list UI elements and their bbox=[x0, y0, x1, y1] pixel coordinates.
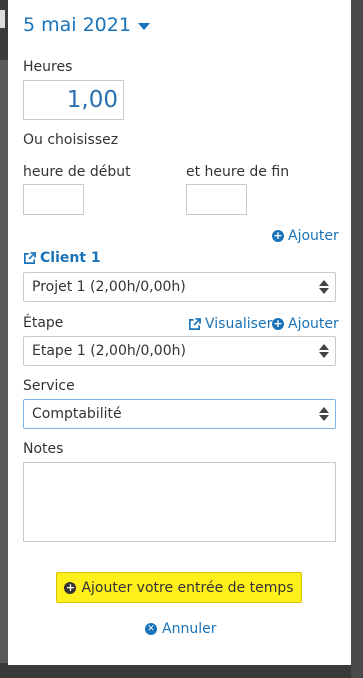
external-link-icon bbox=[24, 251, 36, 264]
sort-icon bbox=[319, 407, 329, 421]
add-client-label: Ajouter bbox=[288, 228, 339, 244]
stage-select[interactable]: Etape 1 (2,00h/0,00h) bbox=[23, 336, 336, 366]
project-select-value: Projet 1 (2,00h/0,00h) bbox=[32, 279, 186, 295]
cancel-link[interactable]: ✕ Annuler bbox=[145, 621, 216, 637]
hours-label: Heures bbox=[23, 59, 73, 75]
time-entry-panel: 5 mai 2021 Heures 1,00 Ou choisissez heu… bbox=[8, 0, 351, 665]
service-label: Service bbox=[23, 378, 75, 394]
date-picker-button[interactable]: 5 mai 2021 bbox=[23, 14, 150, 36]
external-link-icon bbox=[189, 317, 201, 330]
start-time-label: heure de début bbox=[23, 164, 131, 180]
start-time-input[interactable] bbox=[23, 184, 84, 215]
service-select[interactable]: Comptabilité bbox=[23, 399, 336, 429]
date-label: 5 mai 2021 bbox=[23, 14, 131, 36]
client-name: Client 1 bbox=[40, 250, 101, 266]
caret-down-icon bbox=[137, 22, 150, 30]
backdrop-bottom bbox=[0, 663, 363, 678]
scrollbar-track[interactable] bbox=[351, 0, 363, 678]
view-stage-link[interactable]: Visualiser bbox=[188, 316, 272, 332]
view-stage-label: Visualiser bbox=[205, 316, 273, 332]
background-edge bbox=[0, 10, 5, 28]
project-select[interactable]: Projet 1 (2,00h/0,00h) bbox=[23, 272, 336, 302]
add-client-link[interactable]: + Ajouter bbox=[272, 228, 339, 244]
add-time-entry-label: Ajouter votre entrée de temps bbox=[81, 579, 294, 596]
hours-input[interactable]: 1,00 bbox=[23, 80, 124, 120]
plus-circle-icon: + bbox=[272, 229, 284, 242]
sort-icon bbox=[319, 280, 329, 294]
end-time-label: et heure de fin bbox=[186, 164, 290, 180]
stage-select-value: Etape 1 (2,00h/0,00h) bbox=[32, 343, 186, 359]
service-select-value: Comptabilité bbox=[32, 406, 122, 422]
notes-textarea[interactable] bbox=[23, 462, 336, 542]
plus-circle-icon: + bbox=[272, 317, 284, 330]
plus-circle-icon: + bbox=[64, 580, 77, 594]
time-range-hint: Ou choisissez bbox=[23, 132, 119, 148]
close-circle-icon: ✕ bbox=[145, 623, 157, 635]
cancel-label: Annuler bbox=[162, 621, 217, 637]
add-stage-label: Ajouter bbox=[288, 316, 339, 332]
sort-icon bbox=[319, 344, 329, 358]
client-link[interactable]: Client 1 bbox=[23, 250, 101, 266]
add-time-entry-button[interactable]: + Ajouter votre entrée de temps bbox=[56, 572, 302, 603]
add-stage-link[interactable]: + Ajouter bbox=[272, 316, 339, 332]
end-time-input[interactable] bbox=[186, 184, 247, 215]
stage-label: Étape bbox=[23, 315, 64, 331]
notes-label: Notes bbox=[23, 441, 64, 457]
